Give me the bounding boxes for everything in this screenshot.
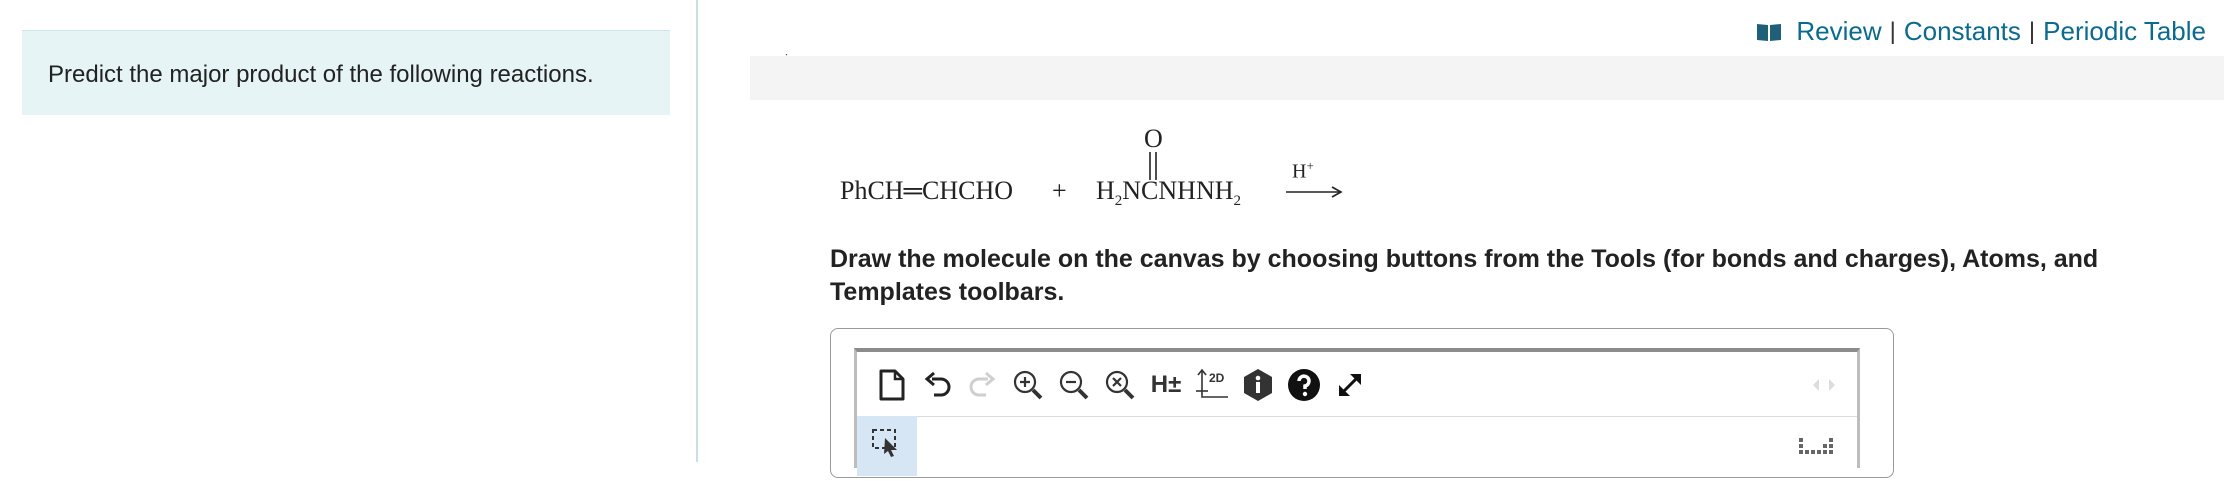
scroll-right-icon[interactable] [1827,378,1837,392]
link-separator: | [2028,17,2036,45]
undo-icon[interactable] [919,366,957,404]
part-label[interactable]: Part D [836,56,918,62]
review-link[interactable]: Review [1796,16,1881,47]
reagent-label: H+ [1292,158,1314,183]
plus-sign: + [1052,176,1067,205]
hydrogen-toggle-button[interactable]: H± [1147,366,1185,404]
part-header-strip [750,56,2224,100]
editor-toolbar: H± 2D [857,352,1857,417]
select-tool-button[interactable] [857,416,917,476]
reactant-2: H2NCNHNH2 [1096,176,1242,210]
book-icon [1757,23,1782,41]
clean-2d-icon[interactable]: 2D [1193,366,1231,404]
zoom-in-icon[interactable] [1009,366,1047,404]
intro-text: Predict the major product of the followi… [48,61,594,88]
link-separator: | [1889,17,1896,45]
draw-instruction: Draw the molecule on the canvas by choos… [830,245,2099,306]
scroll-left-icon[interactable] [1811,378,1821,392]
fullscreen-icon[interactable] [1331,366,1369,404]
panel-divider [696,0,698,462]
periodic-table-link[interactable]: Periodic Table [2043,16,2206,47]
help-icon[interactable] [1285,366,1323,404]
intro-panel: Predict the major product of the followi… [22,30,670,115]
periodic-grid-icon[interactable] [1797,432,1835,463]
reaction-arrow [1286,186,1343,198]
lasso-select-icon [872,429,897,457]
carbonyl-double-bond [1149,152,1157,180]
reactant-1: PhCH═CHCHO [840,176,1014,205]
reaction-scheme: PhCH═CHCHO + H2NCNHNH2 O H+ [838,120,1358,220]
molecule-editor: H± 2D [854,348,1860,476]
toolbar-scroll-arrows[interactable] [1811,378,1837,392]
top-links: Review | Constants | Periodic Table [1756,16,2206,47]
collapse-chevron-icon[interactable]: ▾ [782,54,791,61]
redo-icon[interactable] [963,366,1001,404]
info-icon[interactable] [1239,366,1277,404]
clean-2d-label: 2D [1209,371,1225,385]
zoom-out-icon[interactable] [1055,366,1093,404]
zoom-reset-icon[interactable] [1101,366,1139,404]
new-document-icon[interactable] [873,366,911,404]
carbonyl-oxygen: O [1144,124,1163,153]
constants-link[interactable]: Constants [1904,16,2021,47]
